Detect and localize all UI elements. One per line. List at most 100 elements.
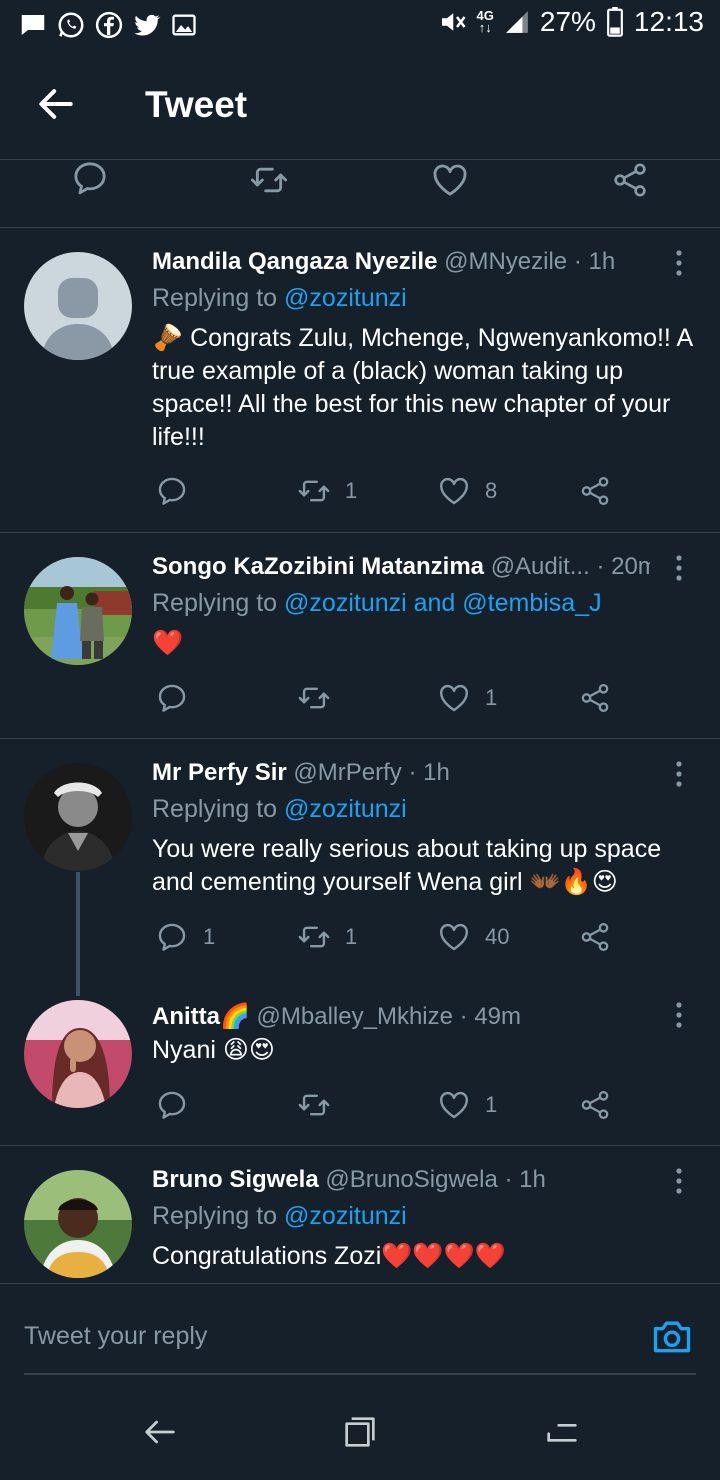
share-button[interactable] — [578, 920, 612, 954]
more-icon[interactable] — [672, 1166, 686, 1196]
more-icon[interactable] — [672, 553, 686, 583]
twitter-icon — [132, 10, 162, 40]
tweet-text: 🪘 Congrats Zulu, Mchenge, Ngwenyankomo!!… — [152, 324, 692, 451]
signal-icon — [504, 9, 530, 35]
replying-to-label: Replying to — [152, 589, 285, 617]
main-tweet-actions — [0, 160, 720, 228]
reply-bar: Tweet your reply — [0, 1283, 720, 1375]
timestamp: · 20m — [596, 553, 650, 580]
reply-button[interactable] — [155, 1088, 189, 1122]
tweet-item[interactable]: Bruno Sigwela @BrunoSigwela · 1h Replyin… — [0, 1146, 720, 1283]
more-icon[interactable] — [672, 759, 686, 789]
tweet-item[interactable]: Mr Perfy Sir @MrPerfy · 1h Replying to @… — [0, 739, 720, 996]
retweet-button[interactable]: 1 — [297, 474, 357, 508]
user-handle: @Audit... — [490, 553, 590, 580]
like-count: 1 — [485, 1092, 498, 1117]
reply-button[interactable] — [155, 681, 189, 715]
reply-count: 1 — [203, 924, 216, 949]
display-name[interactable]: Songo KaZozibini Matanzima — [152, 553, 484, 580]
image-icon — [170, 11, 198, 39]
avatar[interactable] — [24, 763, 132, 871]
retweet-button[interactable]: 1 — [297, 920, 357, 954]
retweet-icon[interactable] — [249, 160, 289, 200]
tweet-text: Nyani 😩😍 — [152, 1036, 275, 1064]
network-type: 4G ↑↓ — [476, 8, 494, 35]
retweet-button[interactable] — [297, 681, 331, 715]
like-button[interactable]: 8 — [437, 474, 497, 508]
reply-button[interactable] — [155, 474, 189, 508]
share-icon[interactable] — [610, 160, 650, 200]
display-name[interactable]: Bruno Sigwela — [152, 1166, 319, 1193]
mention-link[interactable]: @zozitunzi and @tembisa_J — [284, 589, 602, 617]
input-underline — [24, 1373, 696, 1375]
notification-icons — [18, 10, 198, 40]
more-icon[interactable] — [672, 248, 686, 278]
system-indicators: 4G ↑↓ 27% 12:13 — [437, 6, 704, 38]
like-count: 40 — [485, 924, 510, 949]
tweet-item[interactable]: Mandila Qangaza Nyezile @MNyezile · 1h R… — [0, 228, 720, 533]
share-button[interactable] — [578, 1088, 612, 1122]
app-bar: Tweet — [0, 50, 720, 160]
share-button[interactable] — [578, 681, 612, 715]
reply-button[interactable]: 1 — [155, 920, 215, 954]
like-button[interactable]: 40 — [437, 920, 509, 954]
timestamp: · 1h — [504, 1166, 546, 1193]
navigation-bar — [0, 1376, 720, 1480]
avatar[interactable] — [24, 557, 132, 665]
mention-link[interactable]: @zozitunzi — [284, 284, 407, 312]
tweet-header: Anitta🌈 @Mballey_Mkhize · 49m — [152, 1002, 650, 1031]
retweet-button[interactable] — [297, 1088, 331, 1122]
like-count: 8 — [485, 478, 498, 503]
tweet-header: Bruno Sigwela @BrunoSigwela · 1h — [152, 1166, 650, 1194]
battery-percent: 27% — [539, 6, 596, 37]
reply-icon[interactable] — [70, 158, 110, 198]
tweet-text: ❤️ — [152, 629, 184, 657]
avatar[interactable] — [24, 1170, 132, 1278]
tweet-text: You were really serious about taking up … — [152, 835, 662, 896]
status-bar: 4G ↑↓ 27% 12:13 — [0, 0, 720, 50]
replying-to-label: Replying to — [152, 1202, 285, 1230]
replying-to: Replying to @zozitunzi — [152, 795, 407, 824]
user-handle: @MNyezile — [444, 248, 568, 275]
like-count: 1 — [485, 685, 498, 710]
replying-to: Replying to @zozitunzi — [152, 284, 407, 313]
user-handle: @Mballey_Mkhize — [256, 1003, 453, 1030]
replying-to: Replying to @zozitunzi and @tembisa_J — [152, 589, 602, 618]
like-button[interactable]: 1 — [437, 681, 497, 715]
tweet-item[interactable]: Songo KaZozibini Matanzima @Audit... · 2… — [0, 533, 720, 739]
tweet-header: Songo KaZozibini Matanzima @Audit... · 2… — [152, 553, 650, 581]
mention-link[interactable]: @zozitunzi — [284, 1202, 407, 1230]
nav-back-icon[interactable] — [140, 1412, 180, 1452]
replying-to: Replying to @zozitunzi — [152, 1202, 407, 1231]
user-handle: @BrunoSigwela — [325, 1166, 498, 1193]
nav-recents-icon[interactable] — [340, 1412, 380, 1452]
tweet-text: Congratulations Zozi❤️❤️❤️❤️ — [152, 1242, 506, 1270]
share-button[interactable] — [578, 474, 612, 508]
like-button[interactable]: 1 — [437, 1088, 497, 1122]
avatar[interactable] — [24, 1000, 132, 1108]
mention-link[interactable]: @zozitunzi — [284, 795, 407, 823]
battery-icon — [606, 7, 624, 37]
replying-to-label: Replying to — [152, 284, 285, 312]
replying-to-label: Replying to — [152, 795, 285, 823]
back-arrow-icon[interactable] — [34, 82, 78, 126]
default-avatar[interactable] — [24, 252, 132, 360]
tweet-header: Mr Perfy Sir @MrPerfy · 1h — [152, 759, 650, 787]
nav-menu-icon[interactable] — [542, 1412, 582, 1452]
tweet-header: Mandila Qangaza Nyezile @MNyezile · 1h — [152, 248, 650, 276]
tweet-item[interactable]: Anitta🌈 @Mballey_Mkhize · 49m Nyani 😩😍 1 — [0, 996, 720, 1146]
facebook-icon — [94, 10, 124, 40]
more-icon[interactable] — [672, 1000, 686, 1030]
display-name[interactable]: Mr Perfy Sir — [152, 759, 287, 786]
mute-icon — [437, 7, 467, 37]
whatsapp-icon — [56, 10, 86, 40]
like-icon[interactable] — [430, 160, 470, 200]
page-title: Tweet — [145, 84, 248, 125]
camera-icon[interactable] — [650, 1314, 694, 1358]
display-name[interactable]: Mandila Qangaza Nyezile — [152, 248, 437, 275]
message-icon — [18, 10, 48, 40]
reply-input[interactable]: Tweet your reply — [24, 1322, 207, 1351]
retweet-count: 1 — [345, 478, 358, 503]
display-name[interactable]: Anitta🌈 — [152, 1003, 250, 1030]
timestamp: · 1h — [573, 248, 616, 275]
